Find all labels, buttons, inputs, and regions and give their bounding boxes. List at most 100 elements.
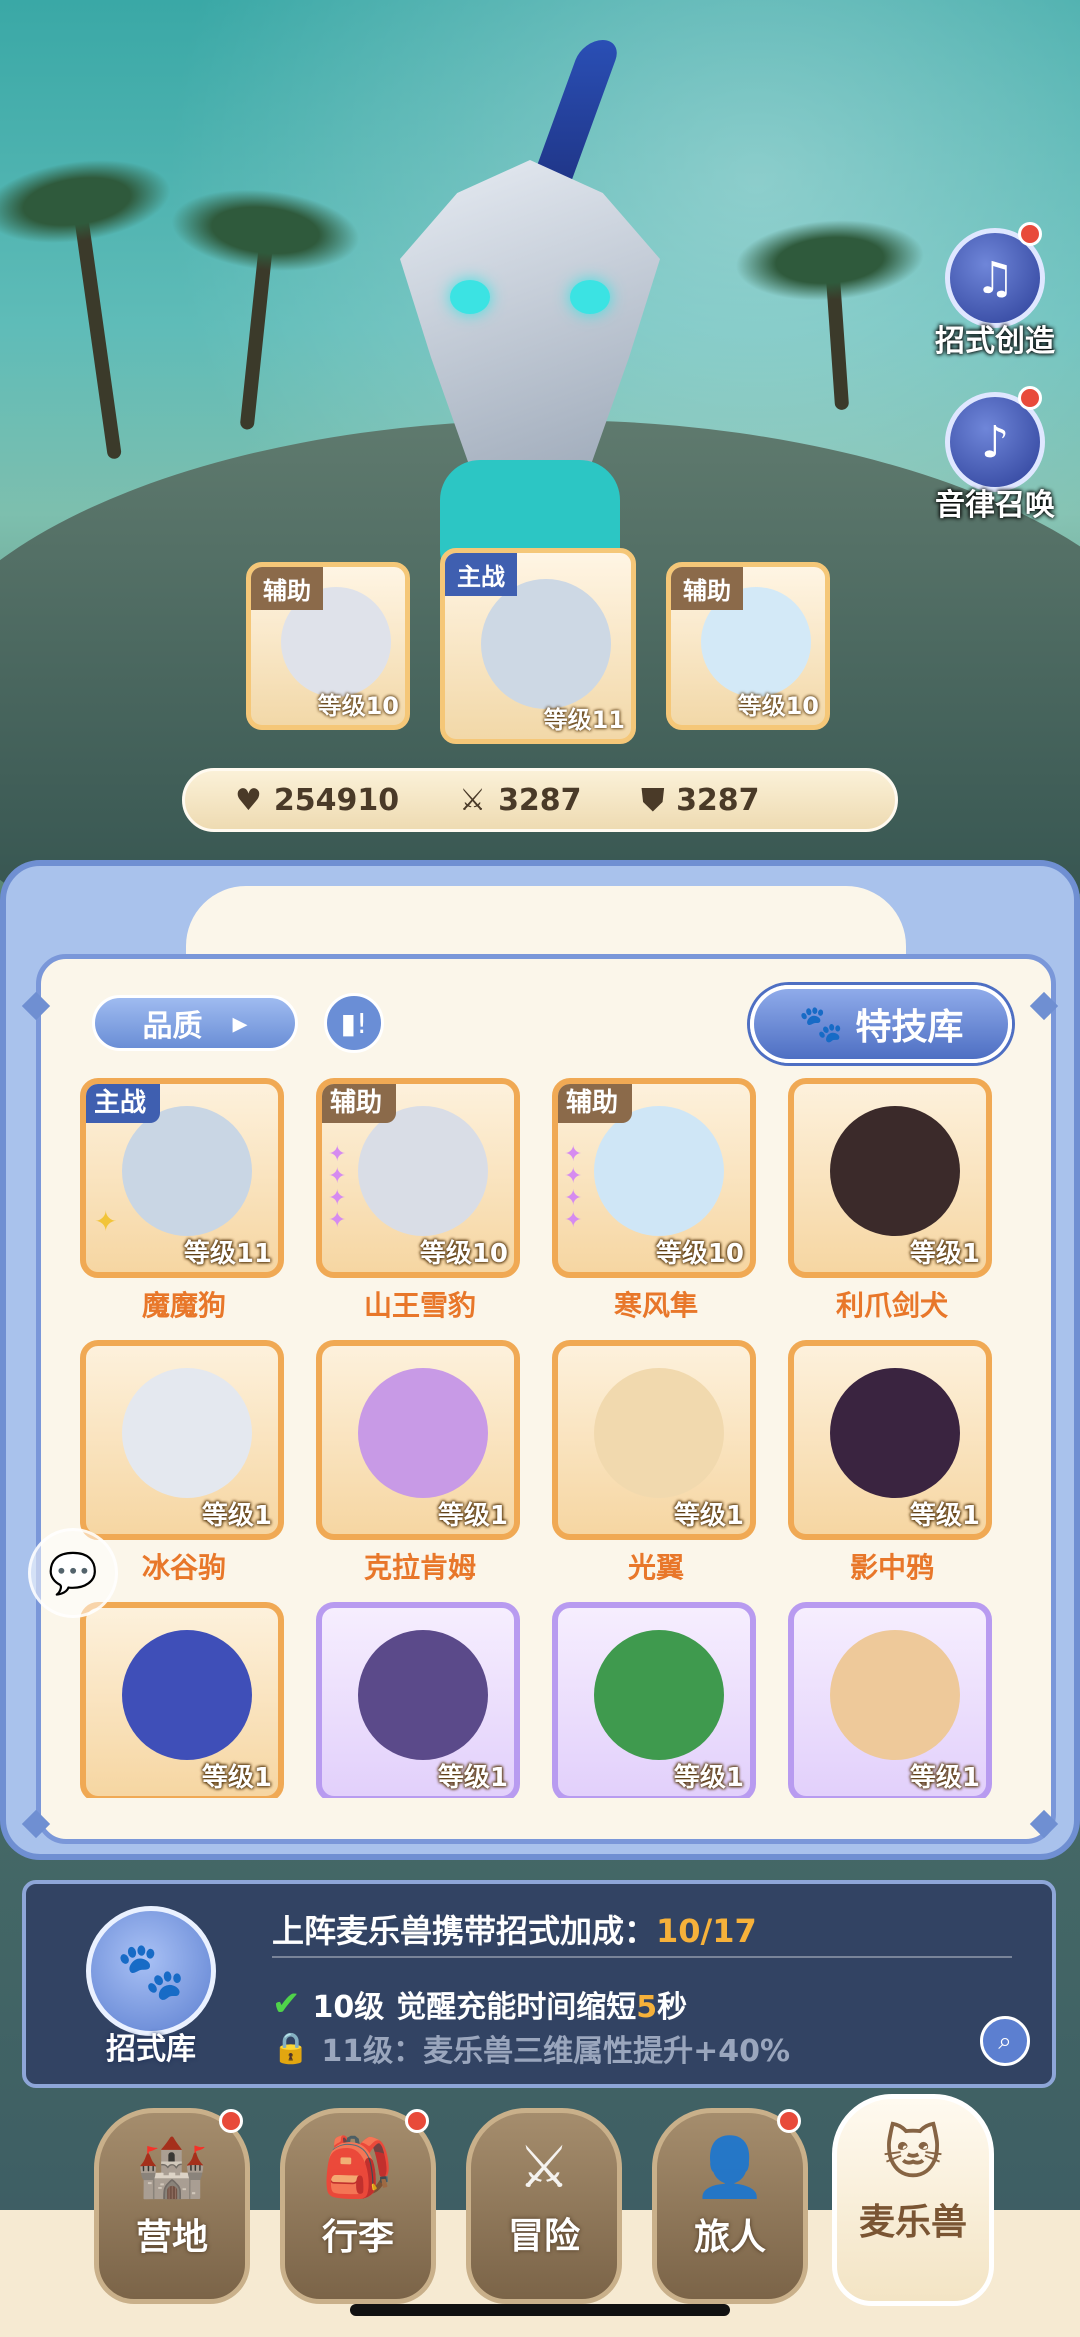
star-rank: ✦ ✦ ✦ ✦ bbox=[328, 1142, 347, 1233]
monster-name: 光翼 bbox=[627, 1551, 684, 1584]
monster-card[interactable]: 等级1 bbox=[788, 1078, 992, 1278]
filter-button[interactable]: ▮! bbox=[324, 993, 384, 1053]
monster-cell[interactable]: 等级1 bbox=[316, 1602, 524, 1798]
paw-icon: 🐾 bbox=[798, 1004, 844, 1045]
team-slot-support-1[interactable]: 辅助 等级10 bbox=[246, 562, 410, 730]
monster-card[interactable]: 等级1 bbox=[316, 1340, 520, 1540]
battle-scene bbox=[0, 0, 1080, 900]
monster-name: 利爪剑犬 bbox=[835, 1289, 948, 1322]
gold-star-icon: ✦ bbox=[94, 1205, 118, 1238]
chat-button[interactable]: 💬 bbox=[28, 1528, 118, 1618]
monster-portrait bbox=[358, 1368, 488, 1498]
zoom-button[interactable]: ⌕ bbox=[980, 2016, 1030, 2066]
level-label: 等级10 bbox=[419, 1239, 508, 1269]
monster-cell[interactable]: 等级1 bbox=[80, 1602, 288, 1798]
monster-name: 影中鸦 bbox=[849, 1551, 934, 1584]
check-icon: ✔ bbox=[272, 1984, 301, 2024]
skill-create-button[interactable]: ♫ 招式创造 bbox=[920, 222, 1070, 359]
monster-card[interactable]: 等级1 bbox=[788, 1602, 992, 1798]
monster-cell[interactable]: 辅助 ✦ ✦ ✦ ✦ 等级10 山王雪豹 bbox=[316, 1078, 524, 1324]
nav-tab-3[interactable]: 👤 旅人 bbox=[652, 2108, 808, 2304]
monster-portrait bbox=[122, 1630, 252, 1760]
lead-monster-model[interactable] bbox=[380, 40, 680, 600]
castle-icon: 🏰 bbox=[135, 2133, 209, 2201]
skill-bonus-panel: 🐾 招式库 上阵麦乐兽携带招式加成：10/17 ✔ 10级 觉醒充能时间缩短5秒… bbox=[22, 1880, 1056, 2088]
monster-name: 寒风隼 bbox=[613, 1289, 698, 1322]
nav-tab-0[interactable]: 🏰 营地 bbox=[94, 2108, 250, 2304]
traveler-icon: 👤 bbox=[693, 2133, 767, 2201]
monster-cell[interactable]: 等级1 克拉肯姆 bbox=[316, 1340, 524, 1586]
nav-label: 营地 bbox=[135, 2217, 208, 2258]
nav-label: 冒险 bbox=[507, 2216, 580, 2257]
skill-library-button[interactable]: 🐾 特技库 bbox=[750, 985, 1012, 1063]
home-indicator bbox=[350, 2304, 730, 2316]
monster-grid: 主战 ✦ 等级11 魔魔狗 辅助 ✦ ✦ ✦ ✦ 等级10 山王雪豹 辅助 ✦ ✦ ✦ ✦ 等级10… bbox=[80, 1078, 1000, 1798]
star-rank: ✦ ✦ ✦ ✦ bbox=[564, 1142, 583, 1233]
shield-icon: ⛊ bbox=[641, 782, 665, 818]
level-label: 等级1 bbox=[201, 1763, 272, 1793]
bonus-row-unlocked: ✔ 10级 觉醒充能时间缩短5秒 bbox=[272, 1984, 688, 2025]
attack-stat: ⚔ 3287 bbox=[459, 782, 582, 818]
nav-label: 麦乐兽 bbox=[858, 2202, 967, 2243]
monster-cell[interactable]: 等级1 利爪剑犬 bbox=[788, 1078, 996, 1324]
role-tag: 主战 bbox=[86, 1084, 161, 1123]
nav-tab-4[interactable]: 🐱 麦乐兽 bbox=[832, 2094, 994, 2306]
monster-portrait bbox=[830, 1630, 960, 1760]
bonus-row-locked: 🔒 11级：麦乐兽三维属性提升+40% bbox=[272, 2030, 791, 2070]
level-label: 等级1 bbox=[673, 1763, 744, 1793]
lock-icon: 🔒 bbox=[272, 2030, 310, 2066]
monster-card[interactable]: 等级1 bbox=[80, 1602, 284, 1798]
monster-portrait bbox=[122, 1106, 252, 1236]
nav-tab-2[interactable]: ⚔ 冒险 bbox=[466, 2108, 622, 2304]
team-stats-bar: ♥ 254910 ⚔ 3287 ⛊ 3287 bbox=[182, 768, 898, 832]
bottom-navigation: 🏰 营地 🎒 行李 ⚔ 冒险 👤 旅人 🐱 麦乐兽 bbox=[0, 2094, 1080, 2337]
monster-card[interactable]: 等级1 bbox=[552, 1340, 756, 1540]
monster-portrait bbox=[594, 1106, 724, 1236]
monster-cell[interactable]: 等级1 bbox=[552, 1602, 760, 1798]
skill-library-emblem[interactable]: 🐾 bbox=[86, 1906, 216, 2036]
monster-portrait bbox=[594, 1368, 724, 1498]
level-label: 等级1 bbox=[909, 1763, 980, 1793]
hp-stat: ♥ 254910 bbox=[235, 782, 400, 818]
notification-dot bbox=[777, 2109, 801, 2133]
monster-portrait bbox=[358, 1630, 488, 1760]
monster-cell[interactable]: 等级1 光翼 bbox=[552, 1340, 760, 1586]
monster-cell[interactable]: 等级1 影中鸦 bbox=[788, 1340, 996, 1586]
monster-cell[interactable]: 辅助 ✦ ✦ ✦ ✦ 等级10 寒风隼 bbox=[552, 1078, 760, 1324]
monster-card[interactable]: 等级1 bbox=[316, 1602, 520, 1798]
level-label: 等级1 bbox=[909, 1239, 980, 1269]
notification-dot bbox=[405, 2109, 429, 2133]
monster-portrait bbox=[594, 1630, 724, 1760]
level-label: 等级1 bbox=[201, 1501, 272, 1531]
quality-sort-button[interactable]: 品质 ▸ bbox=[92, 995, 298, 1051]
monster-card[interactable]: 等级1 bbox=[788, 1340, 992, 1540]
monster-cell[interactable]: 主战 ✦ 等级11 魔魔狗 bbox=[80, 1078, 288, 1324]
nav-tab-1[interactable]: 🎒 行李 bbox=[280, 2108, 436, 2304]
backpack-icon: 🎒 bbox=[321, 2133, 395, 2201]
role-tag: 辅助 bbox=[322, 1084, 397, 1123]
team-slot-support-2[interactable]: 辅助 等级10 bbox=[666, 562, 830, 730]
monster-portrait bbox=[830, 1368, 960, 1498]
monster-portrait bbox=[122, 1368, 252, 1498]
team-slot-main[interactable]: 主战 等级11 bbox=[440, 548, 636, 744]
monster-card[interactable]: 辅助 ✦ ✦ ✦ ✦ 等级10 bbox=[316, 1078, 520, 1278]
level-label: 等级1 bbox=[909, 1501, 980, 1531]
heart-icon: ♥ bbox=[235, 782, 262, 818]
monster-card[interactable]: 辅助 ✦ ✦ ✦ ✦ 等级10 bbox=[552, 1078, 756, 1278]
monster-portrait bbox=[358, 1106, 488, 1236]
nav-label: 行李 bbox=[321, 2217, 394, 2258]
magnifier-icon: ⌕ bbox=[998, 2027, 1012, 2055]
filter-icon: ▮! bbox=[340, 1006, 368, 1040]
level-label: 等级1 bbox=[437, 1501, 508, 1531]
monster-name: 克拉肯姆 bbox=[363, 1551, 476, 1584]
level-label: 等级1 bbox=[673, 1501, 744, 1531]
monster-card[interactable]: 等级1 bbox=[552, 1602, 756, 1798]
monster-cell[interactable]: 等级1 bbox=[788, 1602, 996, 1798]
monster-card[interactable]: 主战 ✦ 等级11 bbox=[80, 1078, 284, 1278]
notification-dot bbox=[1018, 386, 1042, 410]
melody-summon-button[interactable]: ♪ 音律召唤 bbox=[920, 386, 1070, 523]
chat-bubble-icon: 💬 bbox=[48, 1550, 98, 1597]
monster-card[interactable]: 等级1 bbox=[80, 1340, 284, 1540]
role-tag: 辅助 bbox=[558, 1084, 633, 1123]
level-label: 等级1 bbox=[437, 1763, 508, 1793]
